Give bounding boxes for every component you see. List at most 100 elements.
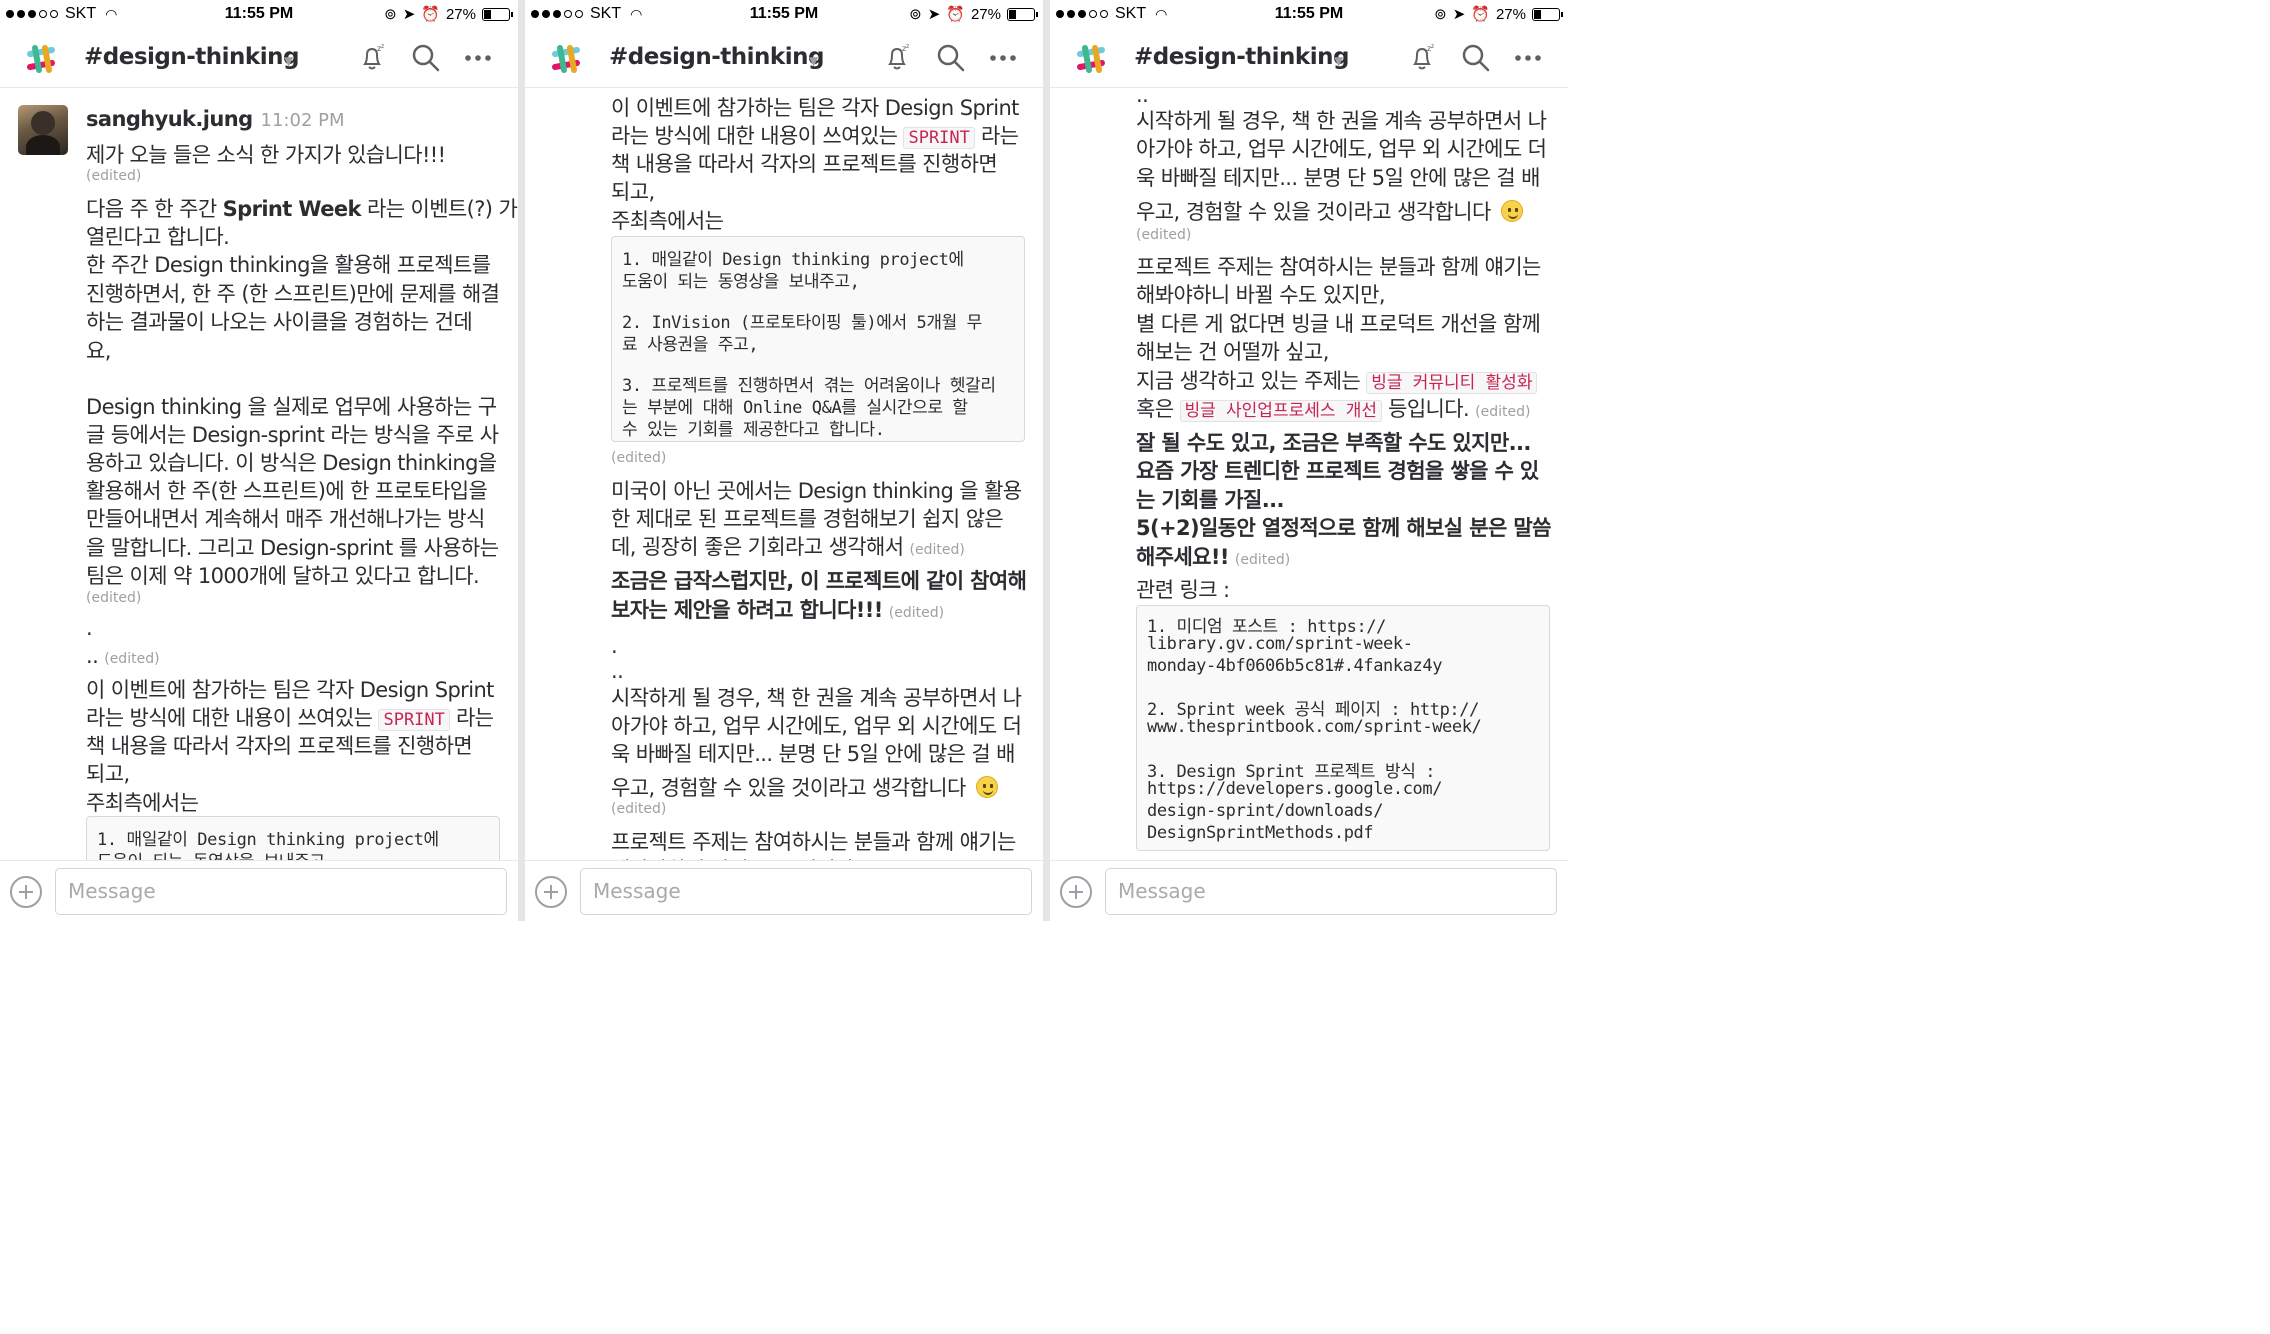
message-list[interactable]: .. 시작하게 될 경우, 책 한 권을 계속 공부하면서 나 아가야 하고, … [1050,89,1568,860]
status-bar: SKT ◠ 11:55 PM ⊚ ➤ ⏰ 27% [0,0,518,30]
message-line: 별 다른 게 없다면 빙글 내 프로덕트 개선을 함께 [1136,312,1541,336]
plus-circle-icon[interactable] [535,876,567,908]
message-line: 제가 오늘 들은 소식 한 가지가 있습니다!!! [86,143,446,167]
message-input[interactable]: Message [55,868,507,915]
message-line: 주최측에서는 [86,791,199,815]
channel-header: #design-thinking ▼ zz [525,30,1043,88]
message-line: Design thinking 을 실제로 업무에 사용하는 구 [86,395,497,419]
svg-text:z: z [906,43,909,50]
message-list[interactable]: 이 이벤트에 참가하는 팀은 각자 Design Sprint 라는 방식에 대… [525,89,1043,860]
message-line: 되고, [86,762,130,786]
message-composer: Message [1050,860,1568,921]
battery-icon [482,7,513,21]
message-timestamp: 11:02 PM [260,110,345,131]
message-input[interactable]: Message [580,868,1032,915]
message-line: 프로젝트 주제는 참여하시는 분들과 함께 얘기는 [1136,255,1541,279]
slack-logo[interactable] [22,40,60,78]
message-line: 만들어내면서 계속해서 매주 개선해나가는 방식 [86,507,485,531]
message-line: 욱 바빠질 테지만... 분명 단 5일 안에 많은 걸 배 [1136,166,1541,190]
slightly-smiling-face-emoji [1500,200,1523,222]
edited-label: (edited) [86,590,142,606]
battery-icon [1532,7,1563,21]
avatar[interactable] [18,105,68,155]
message-line: 한 제대로 된 프로젝트를 경험해보기 쉽지 않은 [611,507,1004,531]
message-line: 욱 바빠질 테지만... 분명 단 5일 안에 많은 걸 배 [611,742,1016,766]
message-line: .. (edited) [86,644,160,668]
message-line: 시작하게 될 경우, 책 한 권을 계속 공부하면서 나 [611,686,1022,710]
channel-header: #design-thinking ▼ zz [1050,30,1568,88]
status-bar: SKT ◠ 11:55 PM ⊚ ➤ ⏰ 27% [525,0,1043,30]
inline-code: SPRINT [903,127,975,149]
message-line: 책 내용을 따라서 각자의 프로젝트를 진행하면 [86,734,473,758]
message-line: 시작하게 될 경우, 책 한 권을 계속 공부하면서 나 [1136,109,1547,133]
code-block: 1. 매일같이 Design thinking project에 도움이 되는 … [86,816,500,860]
location-icon: ➤ [927,6,941,23]
svg-text:z: z [1431,43,1434,50]
alarm-icon: ⏰ [421,6,440,23]
message-line: 혹은 빙글 사인업프로세스 개선 등입니다. (edited) [1136,397,1531,422]
search-icon[interactable] [935,42,967,74]
message-line: 진행하면서, 한 주 (한 스프린트)만에 문제를 해결 [86,282,500,306]
battery-label: 27% [445,5,476,23]
edited-label: (edited) [611,450,667,466]
search-icon[interactable] [410,42,442,74]
message-input[interactable]: Message [1105,868,1557,915]
screenshot-panel-2: SKT ◠ 11:55 PM ⊚ ➤ ⏰ 27% #design-thinking ▼ … [525,0,1043,921]
message-line: 5(+2)일동안 열정적으로 함께 해보실 분은 말씀 [1136,516,1551,540]
chevron-down-icon[interactable]: ▼ [284,54,293,68]
message-line: 책 내용을 따라서 각자의 프로젝트를 진행하면 [611,152,998,176]
location-icon: ➤ [1452,6,1466,23]
message-composer: Message [525,860,1043,921]
slack-logo[interactable] [547,40,585,78]
ellipsis-icon[interactable] [462,42,494,74]
screenshot-panel-1: SKT ◠ 11:55 PM ⊚ ➤ ⏰ 27% #design-thinking ▼ … [0,0,518,921]
plus-circle-icon[interactable] [10,876,42,908]
bell-snooze-icon[interactable]: zz [1406,42,1438,74]
slack-logo[interactable] [1072,40,1110,78]
code-block[interactable]: 1. 미디엄 포스트 : https:// library.gv.com/spr… [1136,605,1550,851]
bell-snooze-icon[interactable]: zz [881,42,913,74]
message-line: 아가야 하고, 업무 시간에도, 업무 외 시간에도 더 [611,714,1022,738]
ellipsis-icon[interactable] [1512,42,1544,74]
message-line: 미국이 아닌 곳에서는 Design thinking 을 활용 [611,479,1022,503]
message-line: 요즘 가장 트렌디한 프로젝트 경험을 쌓을 수 있 [1136,459,1539,483]
channel-name[interactable]: #design-thinking [609,44,824,70]
message-line: 주최측에서는 [611,209,724,233]
lock-rotation-icon: ⊚ [1434,6,1447,23]
message-composer: Message [0,860,518,921]
message-line: 는 기회를 가질... [1136,488,1284,512]
search-icon[interactable] [1460,42,1492,74]
inline-code: 빙글 커뮤니티 활성화 [1366,372,1538,394]
chevron-down-icon[interactable]: ▼ [1334,54,1343,68]
chevron-down-icon[interactable]: ▼ [809,54,818,68]
message-line: 관련 링크 : [1136,578,1230,602]
message-line: 프로젝트 주제는 참여하시는 분들과 함께 얘기는 [611,830,1016,854]
channel-name[interactable]: #design-thinking [1134,44,1349,70]
message-line: 라는 방식에 대한 내용이 쓰여있는 SPRINT 라는 [86,706,494,731]
battery-label: 27% [1495,5,1526,23]
message-line: 팀은 이제 약 1000개에 달하고 있다고 합니다. [86,564,480,588]
panel-divider [1043,0,1050,921]
message-line: 을 말합니다. 그리고 Design-sprint 를 사용하는 [86,536,499,560]
channel-name[interactable]: #design-thinking [84,44,299,70]
message-line: 지금 생각하고 있는 주제는 빙글 커뮤니티 활성화 [1136,365,1538,395]
edited-label: (edited) [1136,227,1192,243]
message-line: 해주세요!! (edited) [1136,545,1291,569]
panel-divider [518,0,525,921]
battery-label: 27% [970,5,1001,23]
slightly-smiling-face-emoji [975,776,998,798]
plus-circle-icon[interactable] [1060,876,1092,908]
message-line: 열린다고 합니다. [86,225,230,249]
message-line: 잘 될 수도 있고, 조금은 부족할 수도 있지만... [1136,431,1531,455]
message-line: 이 이벤트에 참가하는 팀은 각자 Design Sprint [86,678,494,702]
bell-snooze-icon[interactable]: zz [356,42,388,74]
message-line: 우고, 경험할 수 있을 것이라고 생각합니다 [1136,196,1523,226]
message-line: . [86,616,93,640]
message-meta: sanghyuk.jung 11:02 PM [86,107,345,131]
message-line: 다음 주 한 주간 Sprint Week 라는 이벤트(?) 가 [86,197,518,221]
screenshot-panel-3: SKT ◠ 11:55 PM ⊚ ➤ ⏰ 27% #design-thinking ▼ … [1050,0,1568,921]
ellipsis-icon[interactable] [987,42,1019,74]
message-list[interactable]: sanghyuk.jung 11:02 PM 제가 오늘 들은 소식 한 가지가 … [0,89,518,860]
message-line: 용하고 있습니다. 이 방식은 Design thinking을 [86,451,497,475]
author-name[interactable]: sanghyuk.jung [86,107,253,131]
